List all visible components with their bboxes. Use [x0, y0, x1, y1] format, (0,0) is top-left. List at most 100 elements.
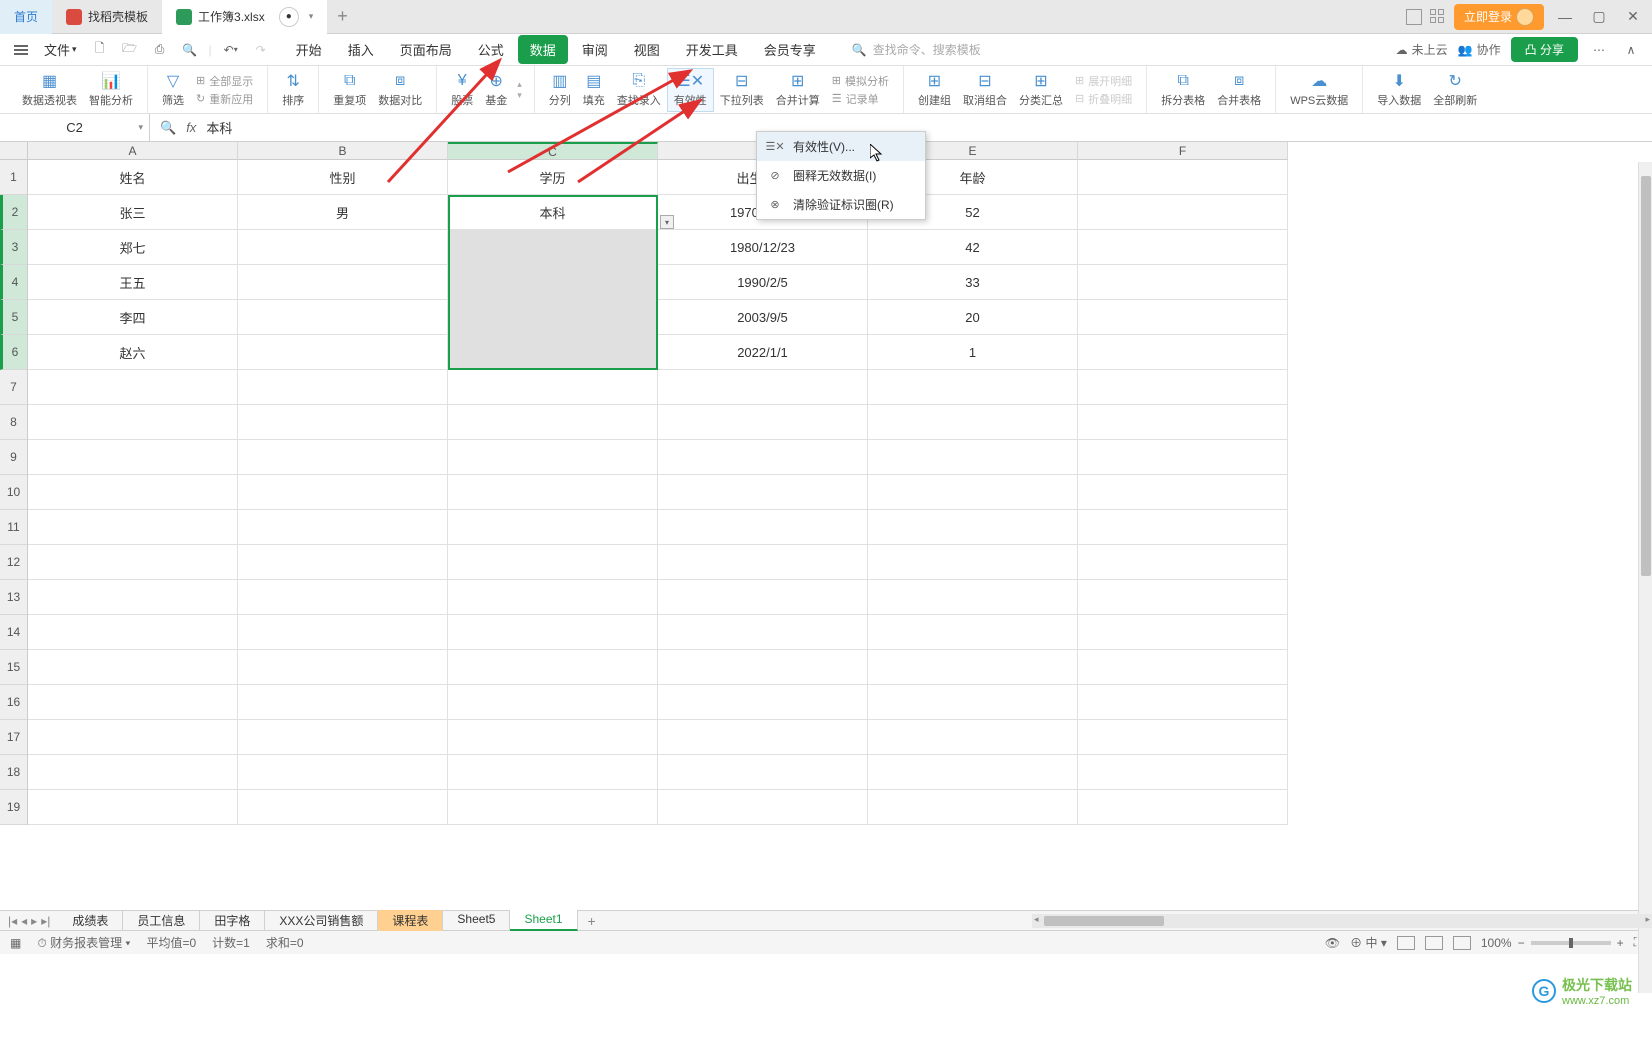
cell-F11[interactable] — [1078, 510, 1288, 545]
row-header-14[interactable]: 14 — [0, 615, 27, 650]
import-button[interactable]: ⬇导入数据 — [1371, 68, 1427, 112]
cell-E6[interactable]: 1 — [868, 335, 1078, 370]
group-button[interactable]: ⊞创建组 — [912, 68, 957, 112]
close-button[interactable]: ✕ — [1620, 4, 1646, 30]
filter-button[interactable]: ▽筛选 — [156, 68, 190, 112]
cell-B14[interactable] — [238, 615, 448, 650]
cell-B10[interactable] — [238, 475, 448, 510]
tab-file[interactable]: 工作簿3.xlsx ● ▾ — [162, 0, 327, 34]
col-header-A[interactable]: A — [28, 142, 238, 160]
cell-D6[interactable]: 2022/1/1 — [658, 335, 868, 370]
subtotal-button[interactable]: ⊞分类汇总 — [1013, 68, 1069, 112]
cell-C13[interactable] — [448, 580, 658, 615]
cell-B19[interactable] — [238, 790, 448, 825]
scroll-left-icon[interactable]: ◂ — [1034, 914, 1039, 925]
coop-button[interactable]: 👥 协作 — [1458, 41, 1501, 58]
menu-item-clear-circles[interactable]: ⊗ 清除验证标识圈(R) — [757, 190, 925, 219]
row-header-9[interactable]: 9 — [0, 440, 27, 475]
redo-icon[interactable]: ↷ — [250, 39, 272, 61]
status-task[interactable]: ⏱ 财务报表管理 ▾ — [37, 934, 130, 951]
row-header-7[interactable]: 7 — [0, 370, 27, 405]
grid-apps-icon[interactable] — [1430, 9, 1446, 25]
cell-F15[interactable] — [1078, 650, 1288, 685]
sheet-tab-5[interactable]: Sheet5 — [443, 910, 510, 931]
sheet-tab-4[interactable]: 课程表 — [378, 910, 443, 931]
cell-F3[interactable] — [1078, 230, 1288, 265]
cell-F17[interactable] — [1078, 720, 1288, 755]
cell-A19[interactable] — [28, 790, 238, 825]
cell-D18[interactable] — [658, 755, 868, 790]
cell-A7[interactable] — [28, 370, 238, 405]
formula-input[interactable]: 本科 — [206, 118, 232, 137]
cell-B5[interactable] — [238, 300, 448, 335]
cell-E18[interactable] — [868, 755, 1078, 790]
cell-A11[interactable] — [28, 510, 238, 545]
name-box[interactable]: C2 — [0, 114, 150, 141]
row-header-3[interactable]: 3 — [0, 230, 27, 265]
row-header-12[interactable]: 12 — [0, 545, 27, 580]
cell-C2[interactable]: 本科 — [448, 195, 658, 230]
row-header-10[interactable]: 10 — [0, 475, 27, 510]
preview-icon[interactable]: 🔍 — [179, 39, 201, 61]
fx-icon[interactable]: fx — [186, 120, 196, 135]
search-box[interactable]: 🔍 查找命令、搜索模板 — [852, 41, 981, 58]
cell-B2[interactable]: 男 — [238, 195, 448, 230]
simulate-button[interactable]: ⊞模拟分析 — [832, 73, 889, 89]
cell-E17[interactable] — [868, 720, 1078, 755]
cell-C9[interactable] — [448, 440, 658, 475]
cell-C19[interactable] — [448, 790, 658, 825]
show-all-button[interactable]: ⊞全部显示 — [196, 73, 253, 89]
cell-F6[interactable] — [1078, 335, 1288, 370]
cell-C11[interactable] — [448, 510, 658, 545]
cell-E5[interactable]: 20 — [868, 300, 1078, 335]
dropdown-button[interactable]: ⊟下拉列表 — [714, 68, 770, 112]
cell-E3[interactable]: 42 — [868, 230, 1078, 265]
tab-dropdown-icon[interactable]: ▾ — [309, 11, 314, 22]
select-all-corner[interactable] — [0, 142, 28, 160]
cell-A16[interactable] — [28, 685, 238, 720]
wps-cloud-button[interactable]: ☁WPS云数据 — [1284, 68, 1354, 112]
cell-D8[interactable] — [658, 405, 868, 440]
cell-A4[interactable]: 王五 — [28, 265, 238, 300]
sheet-tab-1[interactable]: 员工信息 — [123, 910, 200, 931]
collapse-button[interactable]: ⊟折叠明细 — [1075, 91, 1132, 107]
cell-A13[interactable] — [28, 580, 238, 615]
cell-C17[interactable] — [448, 720, 658, 755]
sheet-tab-6[interactable]: Sheet1 — [510, 910, 577, 931]
ime-icon[interactable]: ⊕ 中 ▾ — [1350, 934, 1387, 951]
cell-A18[interactable] — [28, 755, 238, 790]
print-icon[interactable]: ⎙ — [149, 39, 171, 61]
tab-template[interactable]: 找稻壳模板 — [52, 0, 162, 34]
menu-tab-7[interactable]: 开发工具 — [674, 35, 750, 64]
cell-D9[interactable] — [658, 440, 868, 475]
file-menu[interactable]: 文件▾ — [40, 40, 81, 59]
cell-D13[interactable] — [658, 580, 868, 615]
validation-dropdown-icon[interactable]: ▾ — [660, 215, 674, 229]
cell-F4[interactable] — [1078, 265, 1288, 300]
cell-A14[interactable] — [28, 615, 238, 650]
cell-D17[interactable] — [658, 720, 868, 755]
cell-A17[interactable] — [28, 720, 238, 755]
cell-F5[interactable] — [1078, 300, 1288, 335]
cell-D4[interactable]: 1990/2/5 — [658, 265, 868, 300]
vertical-scrollbar[interactable] — [1638, 162, 1652, 993]
cell-C16[interactable] — [448, 685, 658, 720]
expand-button[interactable]: ⊞展开明细 — [1075, 73, 1132, 89]
col-header-F[interactable]: F — [1078, 142, 1288, 160]
cell-E16[interactable] — [868, 685, 1078, 720]
col-header-B[interactable]: B — [238, 142, 448, 160]
tab-home[interactable]: 首页 — [0, 0, 52, 34]
menu-tab-0[interactable]: 开始 — [284, 35, 334, 64]
sheet-prev-icon[interactable]: ◂ — [21, 914, 27, 928]
cell-B11[interactable] — [238, 510, 448, 545]
cell-D19[interactable] — [658, 790, 868, 825]
row-header-5[interactable]: 5 — [0, 300, 27, 335]
cell-D7[interactable] — [658, 370, 868, 405]
sheet-next-icon[interactable]: ▸ — [31, 914, 37, 928]
cell-B17[interactable] — [238, 720, 448, 755]
page-break-icon[interactable] — [1453, 936, 1471, 950]
row-header-16[interactable]: 16 — [0, 685, 27, 720]
cell-E10[interactable] — [868, 475, 1078, 510]
share-button[interactable]: 凸 分享 — [1511, 37, 1578, 62]
minimize-button[interactable]: — — [1552, 4, 1578, 30]
